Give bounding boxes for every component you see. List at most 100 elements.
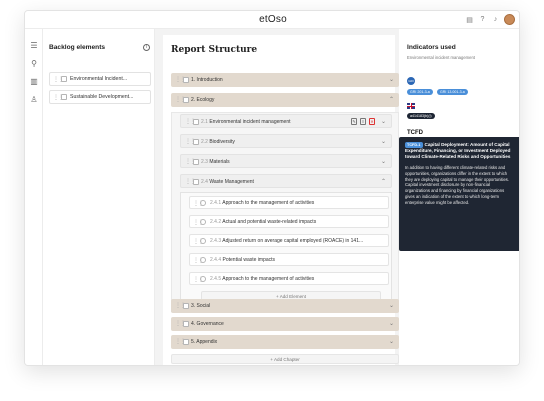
section-title: Waste Management: [209, 179, 254, 185]
app-logo[interactable]: etOso: [25, 14, 519, 25]
element-label: 2.4.1 Approach to the management of acti…: [210, 200, 314, 206]
element-item[interactable]: ⋮⋮ 2.4.1 Approach to the management of a…: [189, 196, 389, 209]
gri-logo: GRI: [407, 77, 415, 85]
chevron-up-icon[interactable]: ⌃: [381, 178, 386, 185]
chevron-down-icon[interactable]: ⌄: [389, 338, 394, 345]
sliders-icon[interactable]: ☰: [29, 41, 39, 51]
radio[interactable]: [200, 238, 206, 244]
add-chapter-button[interactable]: + Add Chapter: [171, 354, 399, 364]
checkbox[interactable]: [193, 179, 199, 185]
info-icon[interactable]: i: [143, 44, 150, 51]
edit-icon[interactable]: ✎: [351, 118, 357, 125]
document-icon[interactable]: ≡: [360, 118, 366, 125]
top-icons: ▤ ? ♪: [465, 14, 515, 25]
backlog-item[interactable]: ⋮⋮ Environmental Incident...: [49, 72, 151, 86]
left-nav: ☰ ⚲ ▥ ♙: [25, 29, 43, 365]
chevron-down-icon[interactable]: ⌄: [389, 320, 394, 327]
checkbox[interactable]: [193, 159, 199, 165]
chapter-label: 3. Social: [191, 303, 211, 309]
indicator-badge[interactable]: GRI 13.001-3-a: [437, 89, 468, 95]
indicator-badge[interactable]: GRI 201-3-a: [407, 89, 433, 95]
checkbox[interactable]: [61, 76, 67, 82]
help-icon[interactable]: ?: [478, 15, 487, 24]
section-title: Biodiversity: [209, 139, 235, 145]
page-title: Report Structure: [171, 45, 258, 55]
backlog-item-label: Environmental Incident...: [70, 76, 128, 82]
backlog-panel: Backlog elements i ⋮⋮ Environmental Inci…: [43, 29, 155, 365]
delete-icon[interactable]: ✕: [369, 118, 375, 125]
checkbox[interactable]: [61, 94, 67, 100]
section-number: 2.4: [201, 179, 208, 185]
section-title: Materials: [209, 159, 230, 165]
ecology-sections: ⋮⋮ 2.1 Environmental incident management…: [171, 112, 399, 312]
document-icon[interactable]: ▤: [465, 15, 474, 24]
element-label: 2.4.2 Actual and potential waste-related…: [210, 219, 316, 225]
section-item[interactable]: ⋮⋮ 2.2 Biodiversity ⌄: [180, 134, 392, 148]
element-title: Actual and potential waste-related impac…: [222, 219, 317, 225]
element-number: 2.4.2: [210, 219, 222, 225]
checkbox[interactable]: [183, 97, 189, 103]
section-label: 2.3 Materials: [201, 159, 230, 165]
radio[interactable]: [200, 200, 206, 206]
element-label: 2.4.5 Approach to the management of acti…: [210, 276, 314, 282]
indicators-title: Indicators used: [407, 44, 456, 51]
chevron-down-icon[interactable]: ⌄: [381, 138, 386, 145]
hierarchy-icon[interactable]: ⚲: [29, 59, 39, 69]
section-number: 2.3: [201, 159, 208, 165]
app-window: etOso ▤ ? ♪ ☰ ⚲ ▥ ♙ Backlog elements i ⋮…: [24, 10, 520, 366]
section-item-waste[interactable]: ⋮⋮ 2.4 Waste Management ⌃: [180, 174, 392, 188]
chevron-down-icon[interactable]: ⌄: [389, 76, 394, 83]
backlog-item[interactable]: ⋮⋮ Sustainable Development...: [49, 90, 151, 104]
checkbox[interactable]: [183, 321, 189, 327]
main-area: Report Structure ⋮⋮ 1. Introduction ⌄ ⋮⋮…: [155, 29, 399, 365]
checkbox[interactable]: [183, 77, 189, 83]
section-label: 2.2 Biodiversity: [201, 139, 235, 145]
avatar[interactable]: [504, 14, 515, 25]
element-item[interactable]: ⋮⋮ 2.4.3 Adjusted return on average capi…: [189, 234, 389, 247]
element-title: Approach to the management of activities: [222, 200, 315, 206]
radio[interactable]: [200, 219, 206, 225]
chapter-label: 5. Appendix: [191, 339, 218, 345]
element-item[interactable]: ⋮⋮ 2.4.4 Potential waste impacts: [189, 253, 389, 266]
indicator-badge[interactable]: a414183(b)(i): [407, 113, 435, 119]
chapter-social[interactable]: ⋮⋮ 3. Social ⌄: [171, 299, 399, 313]
indicators-subtitle: Environmental incident management: [407, 55, 475, 60]
section-number: 2.2: [201, 139, 208, 145]
radio[interactable]: [200, 257, 206, 263]
book-icon[interactable]: ▥: [29, 77, 39, 87]
top-bar: etOso ▤ ? ♪: [25, 11, 519, 29]
chapter-label: 4. Governance: [191, 321, 224, 327]
backlog-title: Backlog elements: [49, 44, 106, 51]
waste-elements: ⋮⋮ 2.4.1 Approach to the management of a…: [180, 192, 392, 305]
bell-icon[interactable]: ♪: [491, 15, 500, 24]
section-item[interactable]: ⋮⋮ 2.3 Materials ⌄: [180, 154, 392, 168]
chevron-down-icon[interactable]: ⌄: [389, 302, 394, 309]
chapter-governance[interactable]: ⋮⋮ 4. Governance ⌄: [171, 317, 399, 331]
chapter-label: 2. Ecology: [191, 97, 215, 103]
section-item[interactable]: ⋮⋮ 2.1 Environmental incident management…: [180, 114, 392, 128]
radio[interactable]: [200, 276, 206, 282]
chapter-ecology[interactable]: ⋮⋮ 2. Ecology ⌃: [171, 93, 399, 107]
checkbox[interactable]: [183, 339, 189, 345]
chevron-down-icon[interactable]: ⌄: [381, 118, 386, 125]
chapter-appendix[interactable]: ⋮⋮ 5. Appendix ⌄: [171, 335, 399, 349]
chevron-down-icon[interactable]: ⌄: [381, 158, 386, 165]
chapter-label: 1. Introduction: [191, 77, 223, 83]
element-label: 2.4.3 Adjusted return on average capital…: [210, 238, 363, 244]
section-number: 2.1: [201, 119, 208, 125]
element-title: Adjusted return on average capital emplo…: [222, 238, 364, 244]
tooltip-heading: TCFD-1 Capital Deployment: Amount of Capi…: [405, 142, 515, 160]
checkbox[interactable]: [183, 303, 189, 309]
checkbox[interactable]: [193, 139, 199, 145]
element-item[interactable]: ⋮⋮ 2.4.2 Actual and potential waste-rela…: [189, 215, 389, 228]
backlog-item-label: Sustainable Development...: [70, 94, 134, 100]
chevron-up-icon[interactable]: ⌃: [389, 96, 394, 103]
user-icon[interactable]: ♙: [29, 95, 39, 105]
chapter-introduction[interactable]: ⋮⋮ 1. Introduction ⌄: [171, 73, 399, 87]
section-label: 2.1 Environmental incident management: [201, 119, 291, 125]
element-title: Approach to the management of activities: [222, 276, 315, 282]
element-item[interactable]: ⋮⋮ 2.4.5 Approach to the management of a…: [189, 272, 389, 285]
element-label: 2.4.4 Potential waste impacts: [210, 257, 275, 263]
checkbox[interactable]: [193, 119, 199, 125]
tcfd-logo: TCFD: [407, 130, 423, 136]
